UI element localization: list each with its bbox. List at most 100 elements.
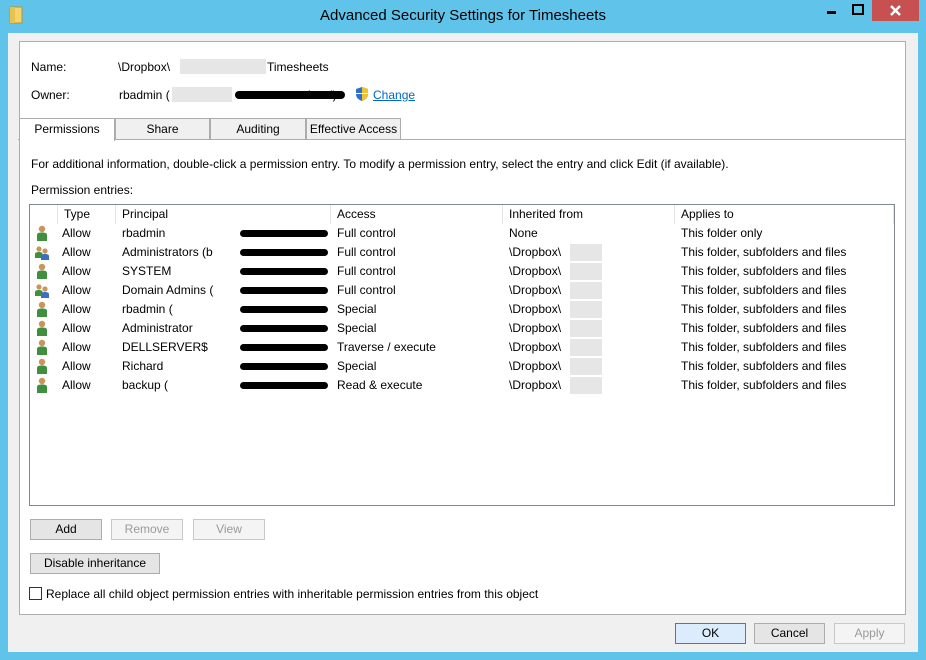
change-owner-link[interactable]: Change bbox=[373, 88, 415, 102]
redacted-block bbox=[570, 263, 602, 280]
cancel-button[interactable]: Cancel bbox=[754, 623, 825, 644]
maximize-button[interactable] bbox=[845, 0, 872, 21]
redacted-block bbox=[570, 282, 602, 299]
owner-value-prefix: rbadmin ( bbox=[119, 88, 170, 102]
tab-permissions[interactable]: Permissions bbox=[19, 118, 115, 141]
entry-access: Special bbox=[337, 321, 377, 335]
single-user-icon bbox=[34, 263, 50, 280]
single-user-icon bbox=[34, 358, 50, 375]
redaction-scribble bbox=[240, 230, 328, 237]
entry-applies-to: This folder, subfolders and files bbox=[681, 302, 847, 316]
single-user-icon bbox=[34, 377, 50, 394]
entry-type: Allow bbox=[62, 340, 91, 354]
redacted-block bbox=[180, 59, 266, 74]
title-bar[interactable]: Advanced Security Settings for Timesheet… bbox=[0, 0, 926, 33]
column-header-icon bbox=[30, 205, 58, 224]
group-icon bbox=[34, 244, 50, 261]
permission-entry-row[interactable]: Allow DELLSERVER$ Traverse / execute \Dropb… bbox=[30, 338, 894, 357]
permission-entry-row[interactable]: Allow backup (Read & execute \Dropbox\ This… bbox=[30, 376, 894, 395]
entry-type: Allow bbox=[62, 321, 91, 335]
permission-entry-row[interactable]: Allow Richard Special \Dropbox\ This folder,… bbox=[30, 357, 894, 376]
entry-access: Special bbox=[337, 302, 377, 316]
entry-type: Allow bbox=[62, 264, 91, 278]
column-header-principal[interactable]: Principal bbox=[116, 205, 331, 224]
remove-button[interactable]: Remove bbox=[111, 519, 183, 540]
entry-access: Full control bbox=[337, 283, 396, 297]
disable-inheritance-button[interactable]: Disable inheritance bbox=[30, 553, 160, 574]
entry-type: Allow bbox=[62, 226, 91, 240]
redacted-block bbox=[570, 358, 602, 375]
entry-access: Read & execute bbox=[337, 378, 423, 392]
entry-type: Allow bbox=[62, 359, 91, 373]
entry-applies-to: This folder, subfolders and files bbox=[681, 264, 847, 278]
apply-button[interactable]: Apply bbox=[834, 623, 905, 644]
entry-applies-to: This folder, subfolders and files bbox=[681, 378, 847, 392]
name-value-suffix: Timesheets bbox=[267, 60, 329, 74]
entry-access: Full control bbox=[337, 264, 396, 278]
permission-entries-list[interactable]: Type Principal Access Inherited from App… bbox=[29, 204, 895, 506]
entry-applies-to: This folder, subfolders and files bbox=[681, 340, 847, 354]
redaction-scribble bbox=[240, 249, 328, 256]
ok-button[interactable]: OK bbox=[675, 623, 746, 644]
redaction-scribble bbox=[240, 363, 328, 370]
permission-entry-row[interactable]: Allow SYSTEM Full control \Dropbox\ This fol… bbox=[30, 262, 894, 281]
column-header-access[interactable]: Access bbox=[331, 205, 503, 224]
owner-value-suffix: local) bbox=[308, 88, 337, 102]
entry-applies-to: This folder, subfolders and files bbox=[681, 321, 847, 335]
permission-entry-row[interactable]: Allow Administrator Special \Dropbox\ This f… bbox=[30, 319, 894, 338]
info-text: For additional information, double-click… bbox=[31, 157, 729, 171]
owner-label: Owner: bbox=[31, 88, 70, 102]
window-title: Advanced Security Settings for Timesheet… bbox=[320, 7, 606, 24]
column-header-type[interactable]: Type bbox=[58, 205, 116, 224]
entry-inherited-from: None bbox=[509, 226, 538, 240]
close-button[interactable] bbox=[872, 0, 919, 21]
redaction-scribble bbox=[240, 382, 328, 389]
single-user-icon bbox=[34, 339, 50, 356]
single-user-icon bbox=[34, 320, 50, 337]
name-value-prefix: \Dropbox\ bbox=[118, 60, 171, 74]
redacted-block bbox=[570, 244, 602, 261]
entry-access: Traverse / execute bbox=[337, 340, 436, 354]
permission-entry-row[interactable]: Allow Administrators (b Full control \Dropb… bbox=[30, 243, 894, 262]
single-user-icon bbox=[34, 301, 50, 318]
redacted-block bbox=[570, 320, 602, 337]
entry-type: Allow bbox=[62, 245, 91, 259]
entry-type: Allow bbox=[62, 378, 91, 392]
tab-auditing[interactable]: Auditing bbox=[210, 118, 306, 140]
entry-access: Full control bbox=[337, 226, 396, 240]
permission-entry-row[interactable]: Allow rbadmin (Special \Dropbox\ This folde… bbox=[30, 300, 894, 319]
entry-applies-to: This folder, subfolders and files bbox=[681, 245, 847, 259]
entry-applies-to: This folder, subfolders and files bbox=[681, 359, 847, 373]
minimize-icon bbox=[827, 11, 836, 14]
entry-access: Full control bbox=[337, 245, 396, 259]
column-header-inherited-from[interactable]: Inherited from bbox=[503, 205, 675, 224]
add-button[interactable]: Add bbox=[30, 519, 102, 540]
dialog-client-area: Name: \Dropbox\ Timesheets Owner: rbadmi… bbox=[8, 33, 918, 652]
redaction-scribble bbox=[240, 287, 328, 294]
redaction-scribble bbox=[240, 268, 328, 275]
redaction-scribble bbox=[240, 344, 328, 351]
single-user-icon bbox=[34, 225, 50, 242]
entry-applies-to: This folder, subfolders and files bbox=[681, 283, 847, 297]
permission-entry-row[interactable]: Allow Domain Admins (Full control \Dropbox… bbox=[30, 281, 894, 300]
tab-share[interactable]: Share bbox=[115, 118, 210, 140]
name-label: Name: bbox=[31, 60, 67, 74]
view-button[interactable]: View bbox=[193, 519, 265, 540]
entry-access: Special bbox=[337, 359, 377, 373]
dialog-window: Advanced Security Settings for Timesheet… bbox=[0, 0, 926, 660]
redacted-block bbox=[570, 301, 602, 318]
redacted-block bbox=[570, 377, 602, 394]
column-header-applies-to[interactable]: Applies to bbox=[675, 205, 894, 224]
maximize-icon bbox=[852, 4, 864, 15]
entry-type: Allow bbox=[62, 283, 91, 297]
minimize-button[interactable] bbox=[818, 0, 845, 21]
redacted-block bbox=[570, 339, 602, 356]
redacted-block bbox=[172, 87, 232, 102]
entry-type: Allow bbox=[62, 302, 91, 316]
replace-child-permissions-checkbox[interactable] bbox=[29, 587, 42, 600]
group-icon bbox=[34, 282, 50, 299]
permission-entry-row[interactable]: Allow rbadmin Full control None This folder … bbox=[30, 224, 894, 243]
replace-child-permissions-label: Replace all child object permission entr… bbox=[46, 587, 539, 601]
tab-effective-access[interactable]: Effective Access bbox=[306, 118, 401, 140]
close-icon bbox=[890, 5, 901, 16]
